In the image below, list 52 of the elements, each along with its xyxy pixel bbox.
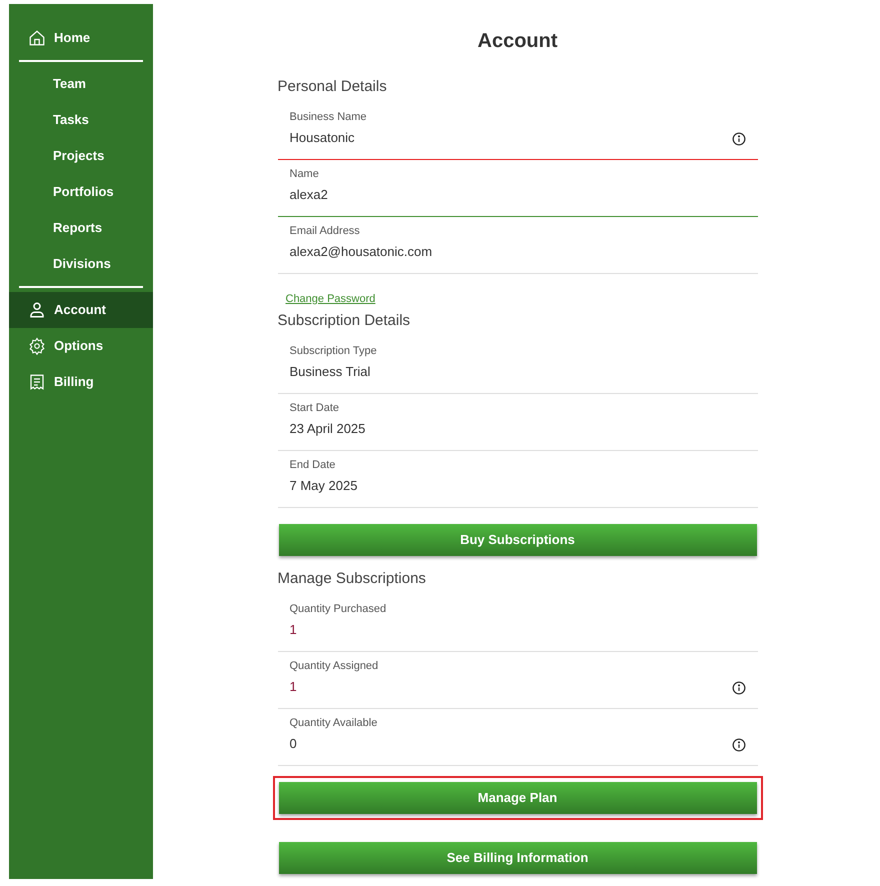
person-icon bbox=[28, 301, 46, 319]
field-label: End Date bbox=[290, 458, 336, 473]
text-field[interactable]: Start Date 23 April 2025 bbox=[278, 394, 758, 451]
action-button[interactable]: See Billing Information bbox=[278, 842, 756, 874]
text-field[interactable]: Quantity Available 0 bbox=[278, 708, 758, 766]
sidebar-item[interactable]: Portfolios bbox=[9, 174, 153, 210]
field-label: Subscription Type bbox=[290, 344, 377, 359]
settings-icon bbox=[28, 337, 46, 355]
field-label: Email Address bbox=[290, 224, 361, 239]
field-value: 23 April 2025 bbox=[290, 420, 366, 438]
text-field[interactable]: End Date 7 May 2025 bbox=[278, 450, 758, 508]
page-title: Account bbox=[476, 29, 558, 54]
field-label: Start Date bbox=[290, 400, 340, 416]
sidebar-item[interactable]: Billing bbox=[9, 364, 153, 400]
field-value: 0 bbox=[290, 734, 298, 753]
sidebar-item[interactable]: Divisions bbox=[9, 246, 153, 282]
section-heading: Manage Subscriptions bbox=[278, 568, 427, 589]
action-button[interactable]: Manage Plan bbox=[278, 782, 756, 814]
sidebar-item[interactable]: Reports bbox=[9, 210, 153, 246]
field-label: Name bbox=[290, 166, 320, 182]
field-value: alexa2 bbox=[290, 186, 328, 204]
receipt-icon bbox=[28, 373, 46, 391]
info-icon[interactable] bbox=[732, 680, 746, 695]
field-label: Business Name bbox=[290, 110, 367, 125]
section-heading: Subscription Details bbox=[278, 310, 412, 331]
field-value: Business Trial bbox=[290, 362, 372, 381]
sidebar-item[interactable]: Team bbox=[9, 66, 153, 102]
text-field[interactable]: Quantity Purchased 1 bbox=[278, 594, 758, 652]
field-value: 1 bbox=[290, 620, 298, 639]
info-icon[interactable] bbox=[732, 132, 746, 146]
home-icon bbox=[28, 29, 46, 47]
text-field[interactable]: Quantity Assigned 1 bbox=[278, 652, 758, 709]
field-value: 7 May 2025 bbox=[290, 476, 358, 495]
sidebar-item[interactable]: Tasks bbox=[9, 102, 153, 138]
sidebar-item[interactable]: Options bbox=[9, 328, 153, 364]
change-password-link[interactable]: Change Password bbox=[286, 292, 376, 305]
text-field[interactable]: Subscription Type Business Trial bbox=[278, 336, 758, 394]
action-button[interactable]: Buy Subscriptions bbox=[278, 524, 756, 556]
text-field[interactable]: Email Address alexa2@housatonic.com bbox=[278, 216, 758, 274]
field-label: Quantity Assigned bbox=[290, 658, 378, 674]
field-value: 1 bbox=[290, 678, 298, 696]
text-field[interactable]: Business Name Housatonic bbox=[278, 102, 758, 160]
field-value: Housatonic bbox=[290, 128, 356, 147]
field-value: alexa2@housatonic.com bbox=[290, 242, 432, 261]
text-field[interactable]: Name alexa2 bbox=[278, 160, 758, 217]
info-icon[interactable] bbox=[732, 738, 746, 752]
sidebar-item[interactable]: Home bbox=[9, 20, 153, 56]
field-label: Quantity Purchased bbox=[290, 602, 386, 617]
sidebar-item[interactable]: Projects bbox=[9, 138, 153, 174]
sidebar-item[interactable]: Account bbox=[9, 292, 153, 328]
section-heading: Personal Details bbox=[278, 77, 388, 97]
field-label: Quantity Available bbox=[290, 716, 378, 731]
